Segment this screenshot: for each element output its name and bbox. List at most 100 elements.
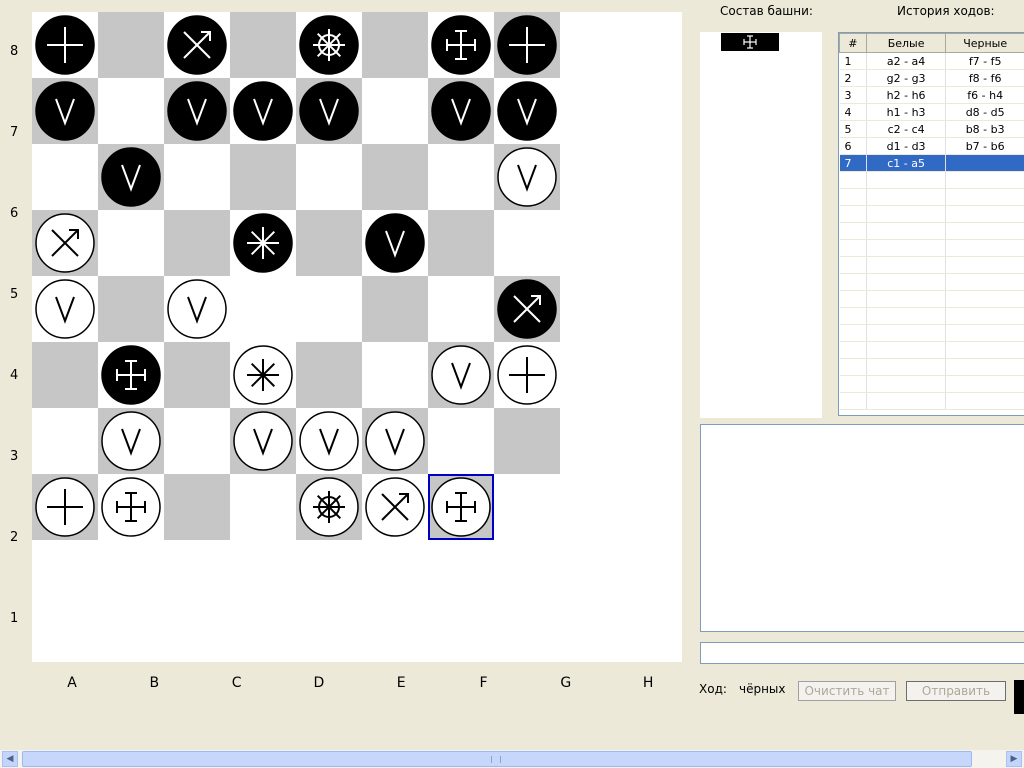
white-v-piece-icon[interactable]: [365, 411, 425, 471]
chat-input[interactable]: [700, 642, 1024, 664]
scroll-right-button[interactable]: ▶: [1006, 751, 1022, 767]
square-d3[interactable]: [230, 342, 296, 408]
black-cross-piece-icon[interactable]: [35, 15, 95, 75]
history-row[interactable]: 3 h2 - h6 f6 - h4: [839, 86, 1024, 104]
square-f5[interactable]: [362, 210, 428, 276]
white-v-piece-icon[interactable]: [431, 345, 491, 405]
square-f6[interactable]: [362, 144, 428, 210]
black-star-piece-icon[interactable]: [233, 213, 293, 273]
square-c6[interactable]: [164, 144, 230, 210]
square-b2[interactable]: [98, 408, 164, 474]
square-f2[interactable]: [362, 408, 428, 474]
square-d5[interactable]: [230, 210, 296, 276]
square-f7[interactable]: [362, 78, 428, 144]
history-row[interactable]: 5 c2 - c4 b8 - b3: [839, 120, 1024, 138]
square-d4[interactable]: [230, 276, 296, 342]
white-arrow-piece-icon[interactable]: [35, 213, 95, 273]
history-row[interactable]: 1 a2 - a4 f7 - f5: [839, 52, 1024, 70]
history-row[interactable]: 4 h1 - h3 d8 - d5: [839, 103, 1024, 121]
send-button[interactable]: Отправить: [906, 681, 1006, 701]
square-g7[interactable]: [428, 78, 494, 144]
white-v-piece-icon[interactable]: [233, 411, 293, 471]
square-e3[interactable]: [296, 342, 362, 408]
square-g3[interactable]: [428, 342, 494, 408]
chat-log[interactable]: [700, 424, 1024, 632]
white-cross-piece-icon[interactable]: [497, 345, 557, 405]
square-g2[interactable]: [428, 408, 494, 474]
square-d6[interactable]: [230, 144, 296, 210]
clear-chat-button[interactable]: Очистить чат: [798, 681, 896, 701]
white-cross-piece-icon[interactable]: [35, 477, 95, 537]
scroll-thumb[interactable]: [22, 751, 972, 767]
square-c4[interactable]: [164, 276, 230, 342]
square-b3[interactable]: [98, 342, 164, 408]
black-v-piece-icon[interactable]: [167, 81, 227, 141]
square-g6[interactable]: [428, 144, 494, 210]
history-row[interactable]: 7 c1 - a5: [839, 154, 1024, 172]
square-e8[interactable]: [296, 12, 362, 78]
square-e2[interactable]: [296, 408, 362, 474]
square-a1[interactable]: [32, 474, 98, 540]
square-d8[interactable]: [230, 12, 296, 78]
move-history-table[interactable]: # Белые Черные 1 a2 - a4 f7 - f5 2 g2 - g3 f8…: [838, 32, 1024, 416]
square-g5[interactable]: [428, 210, 494, 276]
white-v-piece-icon[interactable]: [167, 279, 227, 339]
square-h4[interactable]: [494, 276, 560, 342]
square-a3[interactable]: [32, 342, 98, 408]
square-b5[interactable]: [98, 210, 164, 276]
black-cross-bar-piece-icon[interactable]: [431, 15, 491, 75]
square-c3[interactable]: [164, 342, 230, 408]
square-h3[interactable]: [494, 342, 560, 408]
square-c2[interactable]: [164, 408, 230, 474]
col-header-white[interactable]: Белые: [865, 33, 947, 53]
square-e1[interactable]: [296, 474, 362, 540]
square-d2[interactable]: [230, 408, 296, 474]
white-v-piece-icon[interactable]: [497, 147, 557, 207]
history-row[interactable]: 6 d1 - d3 b7 - b6: [839, 137, 1024, 155]
black-v-piece-icon[interactable]: [497, 81, 557, 141]
square-h2[interactable]: [494, 408, 560, 474]
square-b1[interactable]: [98, 474, 164, 540]
white-v-piece-icon[interactable]: [101, 411, 161, 471]
white-cross-bar-piece-icon[interactable]: [101, 477, 161, 537]
white-v-piece-icon[interactable]: [299, 411, 359, 471]
black-v-piece-icon[interactable]: [431, 81, 491, 141]
square-h1[interactable]: [494, 474, 560, 540]
square-e4[interactable]: [296, 276, 362, 342]
square-f3[interactable]: [362, 342, 428, 408]
white-star-piece-icon[interactable]: [233, 345, 293, 405]
square-b7[interactable]: [98, 78, 164, 144]
col-header-number[interactable]: #: [839, 33, 867, 53]
game-board[interactable]: [32, 12, 682, 662]
square-g8[interactable]: [428, 12, 494, 78]
black-arrow-piece-icon[interactable]: [167, 15, 227, 75]
square-e6[interactable]: [296, 144, 362, 210]
square-a5[interactable]: [32, 210, 98, 276]
square-c1[interactable]: [164, 474, 230, 540]
square-h7[interactable]: [494, 78, 560, 144]
black-cross-bar-piece-icon[interactable]: [101, 345, 161, 405]
square-h8[interactable]: [494, 12, 560, 78]
square-a2[interactable]: [32, 408, 98, 474]
scroll-left-button[interactable]: ◀: [2, 751, 18, 767]
square-a6[interactable]: [32, 144, 98, 210]
black-v-piece-icon[interactable]: [35, 81, 95, 141]
horizontal-scrollbar[interactable]: ◀ ▶: [0, 750, 1024, 768]
square-c5[interactable]: [164, 210, 230, 276]
square-b8[interactable]: [98, 12, 164, 78]
square-c7[interactable]: [164, 78, 230, 144]
black-v-piece-icon[interactable]: [101, 147, 161, 207]
square-e7[interactable]: [296, 78, 362, 144]
square-a4[interactable]: [32, 276, 98, 342]
square-b4[interactable]: [98, 276, 164, 342]
black-v-piece-icon[interactable]: [233, 81, 293, 141]
square-e5[interactable]: [296, 210, 362, 276]
black-arrow-piece-icon[interactable]: [497, 279, 557, 339]
square-a7[interactable]: [32, 78, 98, 144]
black-cross-piece-icon[interactable]: [497, 15, 557, 75]
square-d1[interactable]: [230, 474, 296, 540]
white-wheel-piece-icon[interactable]: [299, 477, 359, 537]
black-wheel-piece-icon[interactable]: [299, 15, 359, 75]
square-g4[interactable]: [428, 276, 494, 342]
black-v-piece-icon[interactable]: [299, 81, 359, 141]
